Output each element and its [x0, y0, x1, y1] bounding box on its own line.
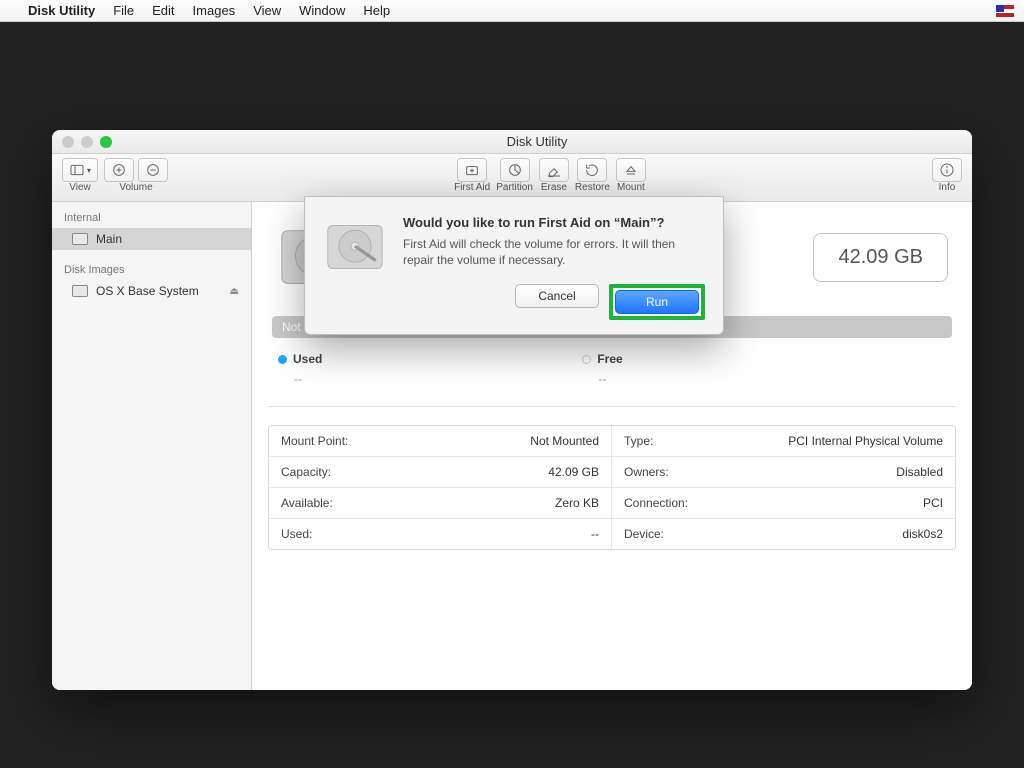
cancel-button[interactable]: Cancel	[515, 284, 599, 308]
connection-val: PCI	[923, 496, 943, 510]
device-val: disk0s2	[902, 527, 943, 541]
available-val: Zero KB	[555, 496, 599, 510]
minimize-button[interactable]	[81, 136, 93, 148]
free-dot-icon	[582, 355, 591, 364]
used-dot-icon	[278, 355, 287, 364]
window-titlebar[interactable]: Disk Utility	[52, 130, 972, 154]
volume-add-button[interactable]	[104, 158, 134, 182]
erase-icon	[546, 162, 562, 178]
available-key: Available:	[281, 496, 333, 510]
menubar: Disk Utility File Edit Images View Windo…	[0, 0, 1024, 22]
sidebar-item-base-system[interactable]: OS X Base System ⏏	[52, 280, 251, 302]
toolbar-view-group: ▾ View	[62, 158, 98, 193]
used-key: Used:	[281, 527, 312, 541]
dmg-icon	[72, 285, 88, 297]
toolbar-mount-label: Mount	[617, 182, 645, 193]
erase-button[interactable]	[539, 158, 569, 182]
used-label: Used	[293, 352, 322, 366]
toolbar-erase-label: Erase	[541, 182, 567, 193]
toolbar-view-label: View	[69, 182, 91, 193]
info-icon	[939, 162, 955, 178]
minus-disk-icon	[145, 162, 161, 178]
chevron-down-icon: ▾	[87, 166, 91, 175]
zoom-button[interactable]	[100, 136, 112, 148]
menubar-item-file[interactable]: File	[113, 3, 134, 18]
view-button[interactable]: ▾	[62, 158, 98, 182]
toolbar-info-label: Info	[939, 182, 956, 193]
eject-icon[interactable]: ⏏	[230, 286, 239, 297]
device-key: Device:	[624, 527, 664, 541]
capacity-key: Capacity:	[281, 465, 331, 479]
toolbar-volume-group: Volume	[104, 158, 168, 193]
input-flag-icon[interactable]	[996, 5, 1014, 17]
first-aid-icon	[464, 162, 480, 178]
close-button[interactable]	[62, 136, 74, 148]
sidebar: Internal Main Disk Images OS X Base Syst…	[52, 202, 252, 690]
volume-size: 42.09 GB	[838, 246, 923, 268]
info-button[interactable]	[932, 158, 962, 182]
mount-point-key: Mount Point:	[281, 434, 348, 448]
free-label: Free	[597, 352, 622, 366]
toolbar-partition-label: Partition	[496, 182, 533, 193]
type-key: Type:	[624, 434, 653, 448]
dialog-description: First Aid will check the volume for erro…	[403, 236, 705, 268]
run-button[interactable]: Run	[615, 290, 699, 314]
type-val: PCI Internal Physical Volume	[788, 434, 943, 448]
mount-button[interactable]	[616, 158, 646, 182]
usage-row: Used -- Free --	[268, 348, 956, 407]
volume-info-table: Mount Point: Not Mounted Type: PCI Interna…	[268, 425, 956, 550]
run-button-highlight: Run	[609, 284, 705, 320]
connection-key: Connection:	[624, 496, 688, 510]
sidebar-item-main[interactable]: Main	[52, 228, 251, 250]
traffic-lights	[62, 136, 112, 148]
sidebar-icon	[69, 162, 85, 178]
menubar-item-window[interactable]: Window	[299, 3, 345, 18]
mount-icon	[623, 162, 639, 178]
window-title: Disk Utility	[507, 134, 568, 149]
sidebar-item-label: OS X Base System	[96, 284, 199, 298]
first-aid-button[interactable]	[457, 158, 487, 182]
hdd-dialog-icon	[323, 215, 387, 279]
toolbar: ▾ View Volume First Aid Partition Erase …	[52, 154, 972, 202]
restore-icon	[584, 162, 600, 178]
disk-icon	[72, 233, 88, 245]
used-value: --	[294, 372, 322, 386]
first-aid-dialog: Would you like to run First Aid on “Main…	[304, 196, 724, 335]
mount-point-val: Not Mounted	[530, 434, 599, 448]
toolbar-restore-label: Restore	[575, 182, 610, 193]
capacity-val: 42.09 GB	[548, 465, 599, 479]
partition-button[interactable]	[500, 158, 530, 182]
owners-val: Disabled	[896, 465, 943, 479]
owners-key: Owners:	[624, 465, 669, 479]
partition-icon	[507, 162, 523, 178]
menubar-item-images[interactable]: Images	[193, 3, 236, 18]
volume-size-box: 42.09 GB	[813, 233, 948, 282]
menubar-app-name[interactable]: Disk Utility	[28, 3, 95, 18]
plus-disk-icon	[111, 162, 127, 178]
sidebar-section-internal: Internal	[52, 208, 251, 228]
restore-button[interactable]	[577, 158, 607, 182]
menubar-item-view[interactable]: View	[253, 3, 281, 18]
menubar-item-edit[interactable]: Edit	[152, 3, 174, 18]
toolbar-volume-label: Volume	[119, 182, 152, 193]
sidebar-item-label: Main	[96, 232, 122, 246]
sidebar-section-images: Disk Images	[52, 260, 251, 280]
volume-remove-button[interactable]	[138, 158, 168, 182]
used-val: --	[591, 527, 599, 541]
toolbar-first-aid-label: First Aid	[454, 182, 490, 193]
free-value: --	[598, 372, 622, 386]
menubar-item-help[interactable]: Help	[363, 3, 390, 18]
dialog-title: Would you like to run First Aid on “Main…	[403, 215, 705, 230]
